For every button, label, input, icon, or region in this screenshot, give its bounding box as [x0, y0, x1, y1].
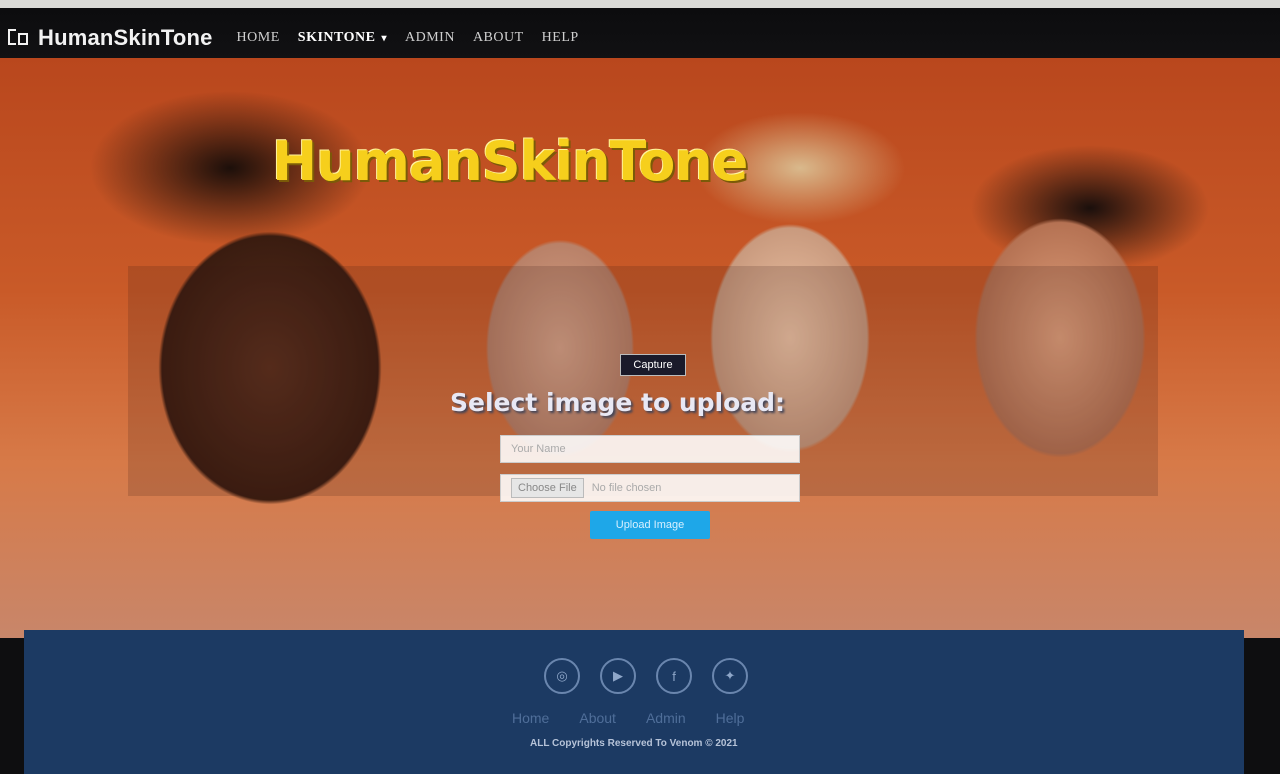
footer-link-admin[interactable]: Admin — [646, 710, 686, 726]
choose-file-button[interactable]: Choose File — [511, 478, 584, 498]
youtube-icon[interactable]: ▶ — [600, 658, 636, 694]
caret-down-icon: ▾ — [381, 33, 387, 44]
main-nav: HOME SKINTONE ▾ ADMIN ABOUT HELP — [237, 30, 597, 46]
file-input[interactable]: Choose File No file chosen — [500, 474, 800, 502]
nav-skintone[interactable]: SKINTONE ▾ — [298, 30, 387, 46]
upload-heading: Select image to upload: — [450, 388, 786, 417]
footer-link-about[interactable]: About — [579, 710, 616, 726]
capture-button[interactable]: Capture — [620, 354, 686, 376]
footer-link-home[interactable]: Home — [512, 710, 549, 726]
social-links: ◎ ▶ f ✦ — [544, 658, 768, 694]
footer-link-help[interactable]: Help — [716, 710, 745, 726]
twitter-icon[interactable]: ✦ — [712, 658, 748, 694]
facebook-icon[interactable]: f — [656, 658, 692, 694]
brand-icon — [8, 29, 30, 47]
no-file-text: No file chosen — [591, 482, 662, 494]
nav-skintone-label: SKINTONE — [297, 30, 376, 45]
instagram-icon[interactable]: ◎ — [544, 658, 580, 694]
hero-title: HumanSkinTone — [272, 130, 748, 193]
nav-admin[interactable]: ADMIN — [405, 30, 455, 46]
nav-home[interactable]: HOME — [237, 30, 280, 46]
browser-screen: HumanSkinTone HOME SKINTONE ▾ ADMIN ABOUT… — [0, 8, 1280, 774]
nav-about[interactable]: ABOUT — [473, 30, 524, 46]
footer-nav: Home About Admin Help — [512, 710, 774, 726]
brand-logo[interactable]: HumanSkinTone — [8, 25, 213, 51]
footer: ◎ ▶ f ✦ Home About Admin Help ALL Copyri… — [24, 630, 1244, 774]
name-input[interactable]: Your Name — [500, 435, 800, 463]
upload-image-button[interactable]: Upload Image — [590, 511, 710, 539]
copyright-text: ALL Copyrights Reserved To Venom © 2021 — [530, 738, 738, 749]
brand-name: HumanSkinTone — [38, 25, 213, 50]
nav-help[interactable]: HELP — [542, 30, 579, 46]
